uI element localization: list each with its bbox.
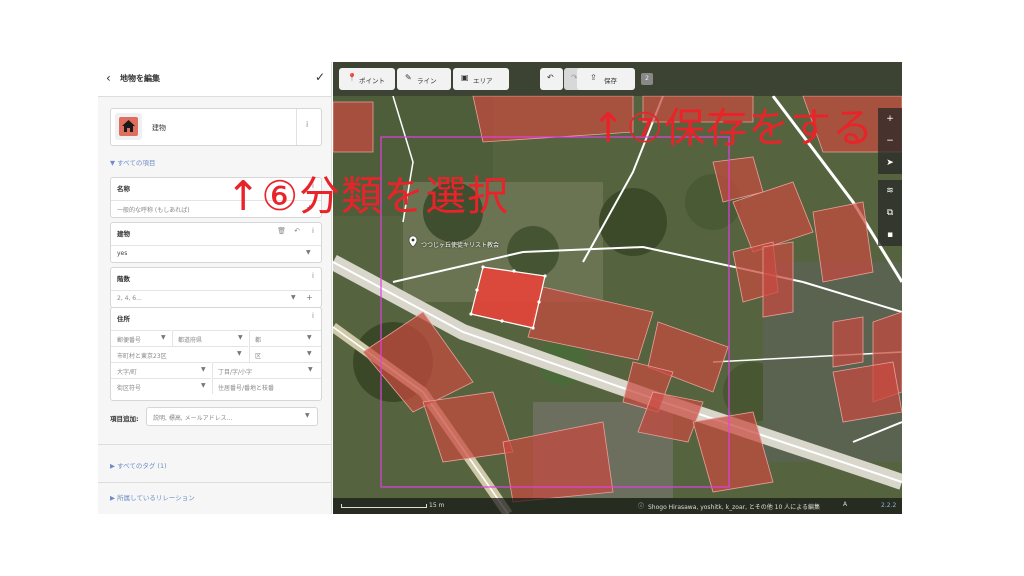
- back-icon[interactable]: ‹: [106, 71, 111, 85]
- feature-editor-panel: ‹ 地物を編集 ✓ 建物 i ▼ すべての項目 名称 i 一般的な呼称 (もしあ…: [98, 62, 332, 514]
- field-levels-label: 階数: [117, 275, 130, 283]
- info-icon[interactable]: i: [312, 272, 314, 280]
- all-tags-toggle[interactable]: ▶ すべてのタグ (1): [110, 460, 167, 470]
- field-address-label: 住所: [117, 315, 130, 323]
- building-combo[interactable]: yes ▼: [111, 245, 321, 261]
- zoom-out-icon[interactable]: −: [878, 130, 902, 152]
- all-fields-toggle[interactable]: ▼ すべての項目: [110, 157, 155, 167]
- chevron-down-icon[interactable]: ▼: [238, 334, 243, 341]
- add-area-button[interactable]: ▣ エリア: [453, 68, 509, 90]
- field-building-label: 建物: [117, 230, 130, 238]
- undo-icon[interactable]: ↶: [294, 227, 300, 235]
- trash-icon[interactable]: 🗑: [277, 227, 286, 235]
- field-building: 建物 🗑 ↶ i yes ▼: [110, 222, 322, 263]
- area-icon: ▣: [461, 73, 469, 82]
- block-number-input[interactable]: 街区符号 ▼: [111, 378, 211, 394]
- scale-label: 15 m: [429, 502, 445, 509]
- issues-icon[interactable]: ▪: [878, 224, 902, 246]
- field-levels: 階数 i 2, 4, 6... ▼ +: [110, 267, 322, 308]
- map-data-icon[interactable]: ⧉: [878, 202, 902, 224]
- ward-type-input[interactable]: 区 ▼: [249, 346, 321, 362]
- chevron-down-icon[interactable]: ▼: [307, 334, 312, 341]
- info-icon[interactable]: ⓘ: [638, 501, 644, 510]
- add-point-button[interactable]: 📍 ポイント: [339, 68, 395, 90]
- scale-bar: [341, 504, 427, 508]
- prefecture-input[interactable]: 都道府県 ▼: [172, 330, 248, 346]
- block-input[interactable]: 丁目/字/小字 ▼: [212, 362, 321, 378]
- preset-name: 建物: [152, 124, 166, 132]
- layers-icon[interactable]: ≋: [878, 180, 902, 202]
- chevron-down-icon[interactable]: ▼: [201, 366, 206, 373]
- undo-icon: ↶: [547, 73, 554, 82]
- chevron-down-icon[interactable]: ▼: [201, 382, 206, 389]
- map-pin-icon: 📍: [347, 73, 357, 82]
- neighbourhood-input[interactable]: 大字/町 ▼: [111, 362, 211, 378]
- housenumber-input[interactable]: 住居番号/番地と枝番: [212, 378, 321, 394]
- info-icon[interactable]: i: [312, 227, 314, 235]
- info-icon[interactable]: i: [306, 120, 308, 129]
- annotation-step-7: ↑⑦保存をする: [591, 104, 875, 152]
- add-field-input[interactable]: 説明, 標高, メールアドレス... ▼: [146, 407, 318, 426]
- checkmark-icon[interactable]: ✓: [315, 70, 325, 84]
- map-footer: 15 m ⓘ Shogo Hirasawa, yoshitk, k_zoar, …: [333, 498, 902, 514]
- levels-input[interactable]: 2, 4, 6... ▼ +: [111, 290, 321, 306]
- add-line-button[interactable]: ✎ ライン: [397, 68, 451, 90]
- attribution[interactable]: Shogo Hirasawa, yoshitk, k_zoar, とその他 10…: [648, 502, 820, 511]
- add-field-label: 項目追加:: [110, 415, 139, 423]
- pencil-icon: ✎: [405, 73, 412, 82]
- poi-label[interactable]: つつじヶ丘使徒キリスト教会: [421, 240, 499, 249]
- chevron-down-icon[interactable]: ▼: [307, 350, 312, 357]
- decrement-icon[interactable]: ▼: [291, 294, 296, 301]
- edit-count-badge: 2: [641, 73, 653, 85]
- language-icon[interactable]: A: [843, 501, 847, 508]
- field-address: 住所 i 郵便番号 ▼ 都道府県 ▼ 都 ▼ 市町村と東京23区 ▼ 区 ▼ 大…: [110, 307, 322, 401]
- version-label[interactable]: 2.2.2: [881, 502, 896, 509]
- postcode-input[interactable]: 郵便番号 ▼: [111, 330, 171, 346]
- upload-icon: ⇪: [590, 73, 597, 82]
- increment-icon[interactable]: +: [306, 293, 313, 302]
- top-toolbar: 📍 ポイント ✎ ライン ▣ エリア ↶ ↷ ⇪ 保存 2: [333, 62, 902, 96]
- building-icon: [115, 113, 142, 140]
- undo-button[interactable]: ↶: [540, 68, 563, 90]
- info-icon[interactable]: i: [312, 312, 314, 320]
- panel-header: ‹ 地物を編集 ✓: [98, 62, 331, 97]
- chevron-down-icon[interactable]: ▼: [308, 366, 313, 373]
- prefecture-type-input[interactable]: 都 ▼: [249, 330, 321, 346]
- relations-toggle[interactable]: ▶ 所属しているリレーション: [110, 492, 195, 502]
- save-button[interactable]: ⇪ 保存: [577, 68, 635, 90]
- field-name-label: 名称: [117, 185, 130, 193]
- annotation-step-6: ↑⑥分類を選択: [226, 172, 510, 220]
- panel-title: 地物を編集: [120, 74, 160, 83]
- city-input[interactable]: 市町村と東京23区 ▼: [111, 346, 248, 362]
- geolocate-icon[interactable]: ➤: [878, 152, 902, 174]
- chevron-down-icon[interactable]: ▼: [306, 249, 311, 256]
- chevron-down-icon[interactable]: ▼: [237, 350, 242, 357]
- chevron-down-icon[interactable]: ▼: [161, 334, 166, 341]
- zoom-in-icon[interactable]: +: [878, 108, 902, 130]
- preset-selector[interactable]: 建物 i: [110, 108, 322, 146]
- chevron-down-icon[interactable]: ▼: [305, 412, 310, 419]
